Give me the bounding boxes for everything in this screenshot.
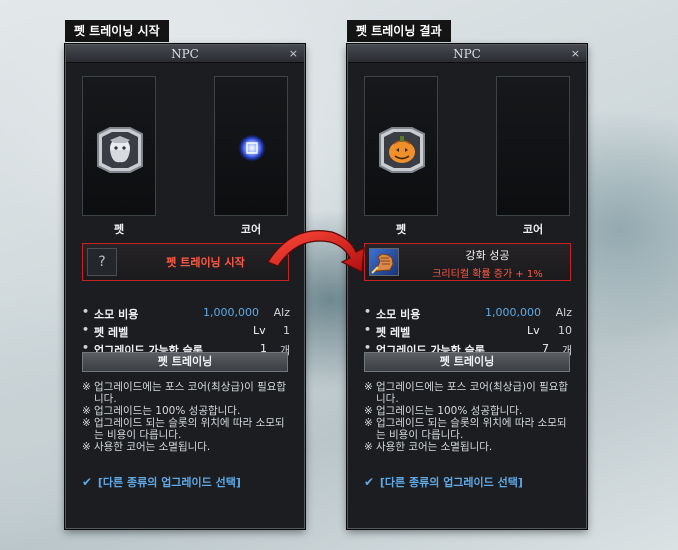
core-slot[interactable] <box>214 76 288 216</box>
pet-slot-label: 펫 <box>113 223 125 236</box>
force-core-icon <box>238 134 266 162</box>
core-slot-label: 코어 <box>522 223 544 236</box>
fist-icon <box>369 248 399 276</box>
pet-slot[interactable] <box>364 76 438 216</box>
question-mark-icon: ? <box>87 248 117 276</box>
note-item: ※ 사용한 코어는 소멸됩니다. <box>364 441 493 453</box>
result-effect: 크리티컬 확률 증가 + 1% <box>432 269 543 280</box>
curved-red-arrow-icon <box>267 230 365 273</box>
result-caption: 펫 트레이닝 결과 <box>347 20 451 42</box>
window-titlebar[interactable]: NPC × <box>66 45 304 63</box>
select-other-upgrade-link[interactable]: ✔ [다른 종류의 업그레이드 선택] <box>364 474 523 490</box>
start-caption: 펫 트레이닝 시작 <box>65 20 169 42</box>
window-title: NPC <box>171 47 199 61</box>
cost-value: 1,000,000 <box>485 306 541 319</box>
npc-window-result: NPC × 펫 코어 강화 성공 크리티컬 확률 증가 + 1% • 소모 비용… <box>347 44 587 529</box>
select-other-upgrade-link[interactable]: ✔ [다른 종류의 업그레이드 선택] <box>82 474 241 490</box>
cost-row: • 소모 비용 1,000,000 Alz <box>364 305 572 322</box>
bullet-icon: • <box>364 305 372 318</box>
note-item: ※ 업그레이드에는 포스 코어(최상급)이 필요합니다. <box>364 381 569 405</box>
bullet-icon: • <box>364 323 372 336</box>
bullet-icon: • <box>82 323 90 336</box>
cost-row: • 소모 비용 1,000,000 Alz <box>82 305 290 322</box>
bullet-icon: • <box>82 305 90 318</box>
notes-list: ※ 업그레이드에는 포스 코어(최상급)이 필요합니다. ※ 업그레이드는 100%… <box>82 381 292 453</box>
ghost-pet-icon <box>97 127 143 173</box>
training-result-box: 강화 성공 크리티컬 확률 증가 + 1% <box>364 243 571 281</box>
select-other-upgrade-text: [다른 종류의 업그레이드 선택] <box>97 476 241 489</box>
note-item: ※ 업그레이드에는 포스 코어(최상급)이 필요합니다. <box>82 381 287 405</box>
cost-unit: Alz <box>555 306 572 319</box>
pet-slot[interactable] <box>82 76 156 216</box>
note-item: ※ 업그레이드 되는 슬롯의 위치에 따라 소모되는 비용이 다릅니다. <box>364 417 567 441</box>
check-icon: ✔ <box>364 475 375 489</box>
pet-level-prefix: Lv <box>527 324 540 337</box>
pet-level-row: • 펫 레벨 Lv 10 <box>364 323 572 340</box>
select-other-upgrade-text: [다른 종류의 업그레이드 선택] <box>379 476 523 489</box>
cost-label: 소모 비용 <box>376 308 421 321</box>
pet-level-prefix: Lv <box>253 324 266 337</box>
pumpkin-pet-icon <box>379 127 425 173</box>
close-button[interactable]: × <box>289 45 298 63</box>
result-title: 강화 성공 <box>465 249 510 262</box>
cost-label: 소모 비용 <box>94 308 139 321</box>
pet-level-row: • 펫 레벨 Lv 1 <box>82 323 290 340</box>
pet-slot-label: 펫 <box>395 223 407 236</box>
pet-level-value: 10 <box>558 324 572 337</box>
window-title: NPC <box>453 47 481 61</box>
notes-list: ※ 업그레이드에는 포스 코어(최상급)이 필요합니다. ※ 업그레이드는 100%… <box>364 381 574 453</box>
pet-training-button[interactable]: 펫 트레이닝 <box>364 352 570 372</box>
pet-level-label: 펫 레벨 <box>376 326 411 339</box>
note-item: ※ 업그레이드 되는 슬롯의 위치에 따라 소모되는 비용이 다릅니다. <box>82 417 285 441</box>
window-titlebar[interactable]: NPC × <box>348 45 586 63</box>
note-item: ※ 업그레이드는 100% 성공합니다. <box>364 405 523 417</box>
training-start-box: ? 펫 트레이닝 시작 <box>82 243 289 281</box>
core-slot[interactable] <box>496 76 570 216</box>
note-item: ※ 업그레이드는 100% 성공합니다. <box>82 405 241 417</box>
pet-level-label: 펫 레벨 <box>94 326 129 339</box>
close-button[interactable]: × <box>571 45 580 63</box>
check-icon: ✔ <box>82 475 93 489</box>
note-item: ※ 사용한 코어는 소멸됩니다. <box>82 441 211 453</box>
cost-unit: Alz <box>273 306 290 319</box>
pet-level-value: 1 <box>283 324 290 337</box>
pet-training-button[interactable]: 펫 트레이닝 <box>82 352 288 372</box>
cost-value: 1,000,000 <box>203 306 259 319</box>
